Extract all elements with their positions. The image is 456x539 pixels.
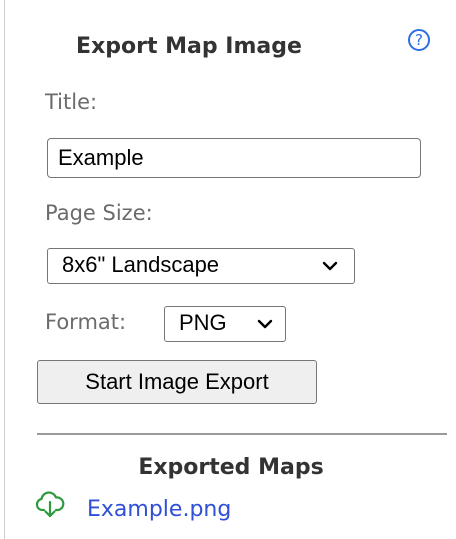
title-label: Title:: [45, 90, 98, 114]
panel-title: Export Map Image: [76, 34, 302, 59]
exported-maps-heading: Exported Maps: [138, 455, 324, 480]
chevron-down-icon: [257, 319, 273, 329]
divider: [37, 433, 447, 435]
page-size-value: 8x6" Landscape: [62, 252, 220, 277]
exported-file-link[interactable]: Example.png: [87, 497, 231, 522]
cloud-download-icon: [35, 491, 65, 518]
format-label: Format:: [45, 310, 127, 334]
help-icon[interactable]: ?: [408, 29, 430, 51]
start-image-export-button[interactable]: Start Image Export: [37, 360, 317, 404]
chevron-down-icon: [322, 261, 338, 271]
page-size-label: Page Size:: [45, 201, 153, 225]
format-value: PNG: [179, 310, 227, 335]
format-select[interactable]: PNG: [164, 306, 286, 342]
export-map-panel: Export Map Image ? Title: Example Page S…: [4, 0, 456, 539]
title-input[interactable]: Example: [47, 138, 421, 178]
page-size-select[interactable]: 8x6" Landscape: [47, 248, 355, 284]
